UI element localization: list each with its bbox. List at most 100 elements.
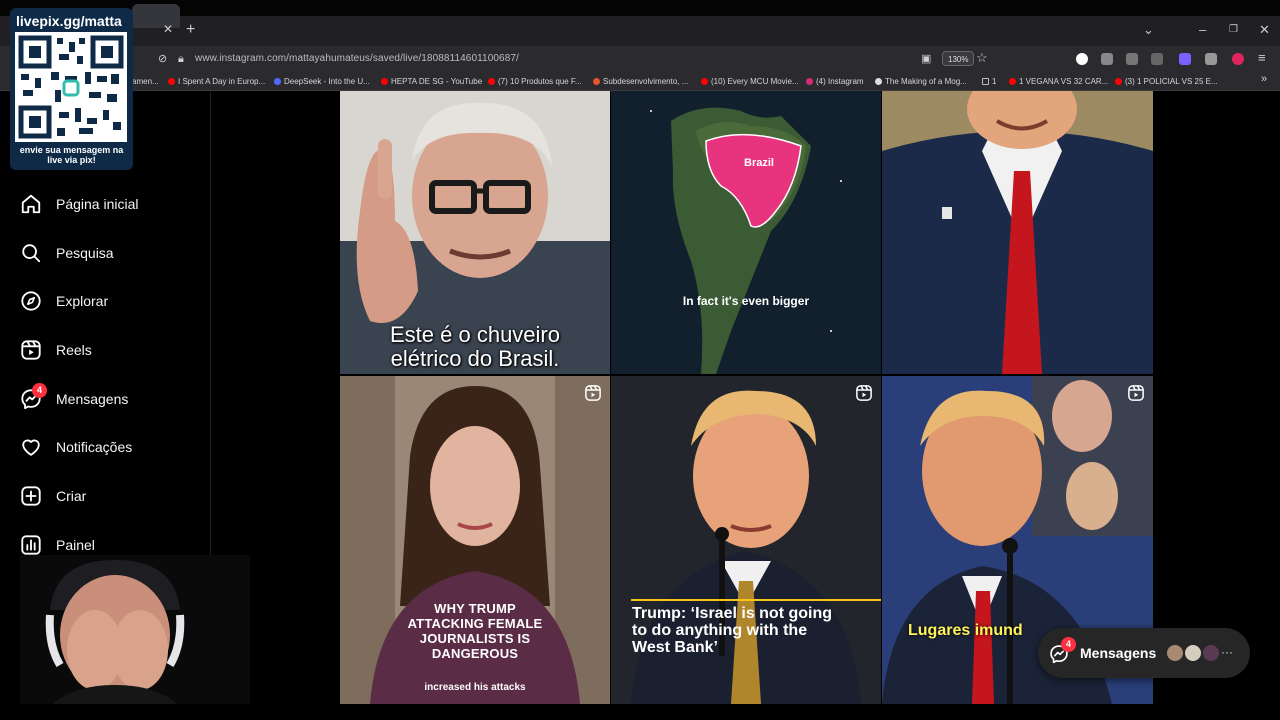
extension-purple-icon[interactable] xyxy=(1179,53,1191,65)
messages-pill-label: Mensagens xyxy=(1080,645,1157,661)
nav-label: Mensagens xyxy=(56,391,129,407)
caption-line: West Bank’ xyxy=(632,639,718,656)
site-icon xyxy=(875,78,882,85)
search-icon xyxy=(20,242,42,264)
compass-icon xyxy=(20,290,42,312)
extension-shield-icon[interactable] xyxy=(1126,53,1138,65)
nav-explore[interactable]: Explorar xyxy=(20,288,108,314)
post-tile[interactable] xyxy=(882,91,1153,374)
avatar xyxy=(1183,643,1203,663)
bookmark-item[interactable]: (10) Every MCU Movie... xyxy=(701,76,799,87)
post-headline: WHY TRUMP ATTACKING FEMALE JOURNALISTS I… xyxy=(340,601,610,661)
bottom-black-band xyxy=(0,704,1280,720)
nav-label: Notificações xyxy=(56,439,133,455)
post-tile[interactable]: Este é o chuveiro elétrico do Brasil. xyxy=(340,91,610,374)
qr-code xyxy=(15,32,127,142)
menu-hamburger-icon[interactable]: ≡ xyxy=(1258,51,1266,64)
more-icon[interactable]: ··· xyxy=(1221,645,1233,659)
nav-reels[interactable]: Reels xyxy=(20,337,92,363)
bookmark-item[interactable]: Subdesenvolvimento, ... xyxy=(593,76,688,87)
plus-square-icon xyxy=(20,485,42,507)
nav-label: Criar xyxy=(56,488,87,504)
extension-sound-icon[interactable] xyxy=(1151,53,1163,65)
address-bar-row xyxy=(0,46,1280,72)
nav-label: Reels xyxy=(56,342,92,358)
caption-line: Trump: ‘Israel is not going xyxy=(632,605,833,622)
reels-icon xyxy=(20,339,42,361)
youtube-icon xyxy=(488,78,495,85)
nav-label: Painel xyxy=(56,537,95,553)
bookmark-item[interactable]: HEPTA DE SG - YouTube xyxy=(381,76,482,87)
bookmark-item[interactable]: DeepSeek - Into the U... xyxy=(274,76,370,87)
bookmark-item[interactable]: amen... xyxy=(132,76,159,87)
messages-pill-badge: 4 xyxy=(1061,637,1076,652)
post-tile[interactable]: WHY TRUMP ATTACKING FEMALE JOURNALISTS I… xyxy=(340,376,610,704)
bookmark-item[interactable]: (4) Instagram xyxy=(806,76,864,87)
caption-line: to do anything with the xyxy=(632,622,808,639)
bookmark-star-icon[interactable]: ☆ xyxy=(976,51,988,64)
nav-search[interactable]: Pesquisa xyxy=(20,240,114,266)
home-icon xyxy=(20,193,42,215)
tracking-shield-icon[interactable]: ⊘ xyxy=(158,53,167,65)
url-field[interactable]: www.instagram.com/mattayahumateus/saved/… xyxy=(195,53,519,64)
bookmark-item[interactable]: (7) 10 Produtos que F... xyxy=(488,76,582,87)
nav-home[interactable]: Página inicial xyxy=(20,191,139,217)
nav-label: Explorar xyxy=(56,293,109,309)
youtube-icon xyxy=(701,78,708,85)
headline-line: DANGEROUS xyxy=(431,646,519,661)
post-caption: In fact it's even bigger xyxy=(682,294,810,308)
headline-line: WHY TRUMP xyxy=(434,601,516,616)
qr-caption: envie sua mensagem na live via pix! xyxy=(19,145,124,165)
more-bookmarks-icon[interactable]: » xyxy=(1261,74,1267,85)
post-caption: Lugares imund xyxy=(908,622,1023,639)
saved-posts-grid: Este é o chuveiro elétrico do Brasil. Br… xyxy=(340,91,1153,704)
zoom-level[interactable]: 130% xyxy=(942,51,975,66)
caption-accent-line xyxy=(631,599,881,601)
post-caption: Este é o chuveiro elétrico do Brasil. xyxy=(340,323,610,371)
post-tile[interactable]: Trump: ‘Israel is not going to do anythi… xyxy=(611,376,881,704)
headline-line: JOURNALISTS IS xyxy=(419,631,531,646)
reader-view-icon[interactable]: ▣ xyxy=(921,53,931,65)
nav-create[interactable]: Criar xyxy=(20,483,86,509)
post-thumbnail-map xyxy=(611,91,881,374)
folder-icon xyxy=(982,78,989,85)
avatar xyxy=(1201,643,1221,663)
minimize-icon[interactable]: – xyxy=(1199,22,1206,38)
avatar xyxy=(1165,643,1185,663)
extension-translate-icon[interactable] xyxy=(1205,53,1217,65)
bookmark-item[interactable]: (3) 1 POLICIAL VS 25 E... xyxy=(1115,76,1218,87)
youtube-icon xyxy=(1115,78,1122,85)
bookmark-item[interactable]: I Spent A Day in Europ... xyxy=(168,76,265,87)
youtube-icon xyxy=(381,78,388,85)
map-label: Brazil xyxy=(744,157,774,169)
restore-icon[interactable]: ❐ xyxy=(1229,22,1238,38)
extension-puzzle-icon[interactable] xyxy=(1101,53,1113,65)
reels-icon xyxy=(855,384,873,402)
tab-list-chevron-icon[interactable]: ⌄ xyxy=(1143,22,1154,38)
reels-icon xyxy=(1127,384,1145,402)
caption-line: elétrico do Brasil. xyxy=(390,346,560,371)
heart-icon xyxy=(20,436,42,458)
bookmark-folder[interactable]: 1 xyxy=(982,76,996,87)
streamer-webcam xyxy=(20,555,250,720)
bookmark-item[interactable]: 1 VEGANA VS 32 CAR... xyxy=(1009,76,1108,87)
new-tab-icon[interactable]: + xyxy=(186,20,195,40)
nav-label: Pesquisa xyxy=(56,245,114,261)
bookmark-item[interactable]: The Making of a Mog... xyxy=(875,76,967,87)
tab-close-icon[interactable]: ✕ xyxy=(163,22,175,36)
deepseek-icon xyxy=(274,78,281,85)
top-black-band xyxy=(0,0,1280,16)
lock-icon[interactable]: 🔒︎ xyxy=(178,53,184,65)
youtube-icon xyxy=(168,78,175,85)
headline-line: ATTACKING FEMALE xyxy=(407,616,543,631)
adblock-icon[interactable] xyxy=(1232,53,1244,65)
post-tile[interactable]: Brazil In fact it's even bigger xyxy=(611,91,881,374)
nav-notifications[interactable]: Notificações xyxy=(20,434,132,460)
youtube-icon xyxy=(1009,78,1016,85)
chart-icon xyxy=(20,534,42,556)
messages-badge: 4 xyxy=(32,383,47,398)
window-close-icon[interactable]: ✕ xyxy=(1259,22,1270,38)
extension-c-icon[interactable] xyxy=(1076,53,1088,65)
qr-title: livepix.gg/matta xyxy=(16,13,122,29)
instagram-icon xyxy=(806,78,813,85)
